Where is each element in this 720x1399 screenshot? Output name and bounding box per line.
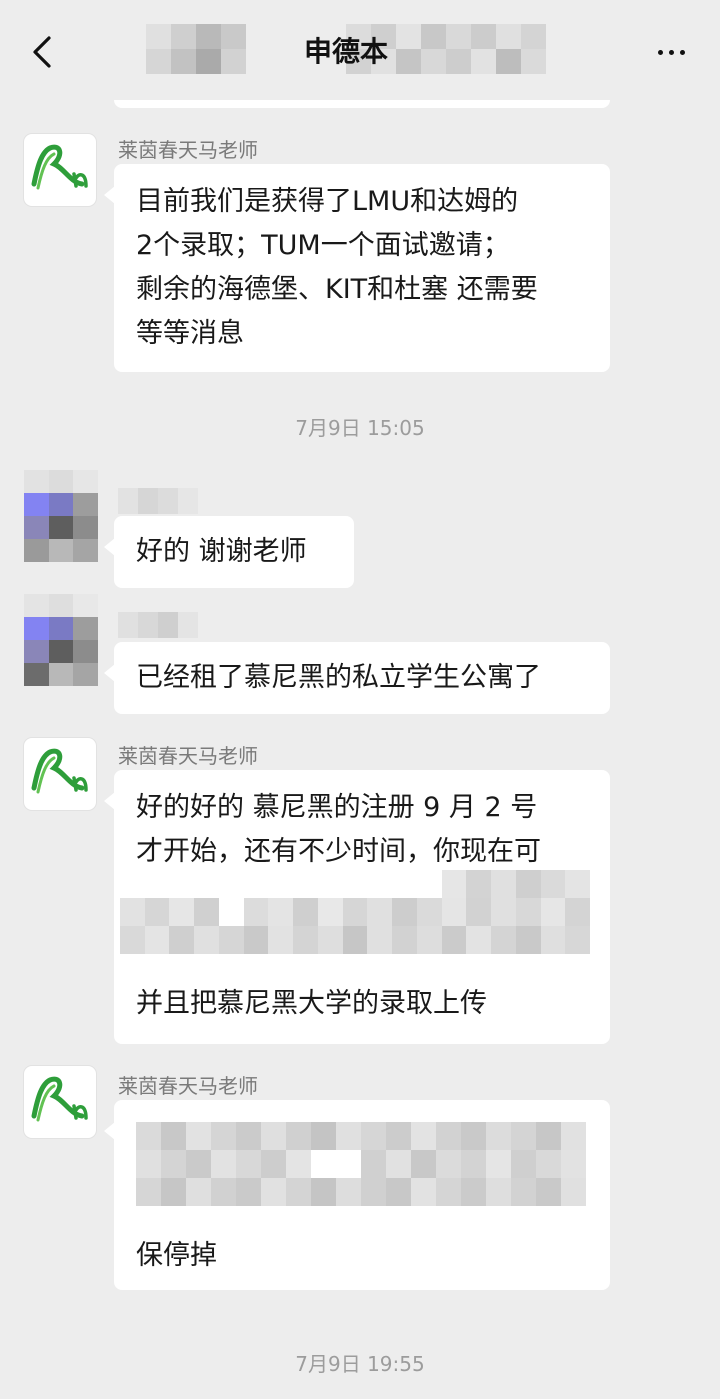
chat-header: 申德本 <box>0 0 720 100</box>
more-button[interactable] <box>646 30 696 74</box>
timestamp: 7月9日 19:55 <box>295 1352 425 1376</box>
sender-name: 莱茵春天马老师 <box>118 744 258 768</box>
rn-logo-icon <box>31 144 88 190</box>
message-text: 已经租了慕尼黑的私立学生公寓了 <box>136 662 541 693</box>
sender-name-redacted <box>118 488 198 514</box>
sender-name: 莱茵春天马老师 <box>118 138 258 162</box>
message-bubble[interactable]: 已经租了慕尼黑的私立学生公寓了 <box>104 642 610 714</box>
redacted-text-block <box>136 1122 586 1234</box>
rn-logo-icon <box>31 748 88 794</box>
redacted-text-block <box>120 870 590 982</box>
more-dots-icon <box>657 49 663 55</box>
chat-title-area: 申德本 <box>146 24 546 76</box>
name-redaction-left <box>146 24 246 74</box>
message-bubble[interactable]: 保停掉 <box>104 1100 610 1290</box>
message-bubble[interactable]: 好的 谢谢老师 <box>104 516 354 588</box>
rn-logo-icon <box>31 1076 88 1122</box>
message-bubble[interactable]: 好的好的 慕尼黑的注册 9 月 2 号 才开始，还有不少时间，你现在可 以先准备… <box>104 770 610 1044</box>
chat-title: 申德本 <box>303 35 388 68</box>
sender-name-redacted <box>118 612 198 638</box>
back-button[interactable] <box>22 30 62 74</box>
teacher-avatar[interactable] <box>24 738 96 810</box>
message-text: 好的 谢谢老师 <box>136 536 307 567</box>
message-bubble[interactable]: 目前我们是获得了LMU和达姆的 2个录取；TUM一个面试邀请； 剩余的海德堡、K… <box>104 164 610 372</box>
message-text: 目前我们是获得了LMU和达姆的 2个录取；TUM一个面试邀请； 剩余的海德堡、K… <box>136 186 538 349</box>
sender-name: 莱茵春天马老师 <box>118 1074 258 1098</box>
message-text: 保停掉 <box>136 1240 217 1271</box>
timestamp: 7月9日 15:05 <box>295 416 425 440</box>
teacher-avatar[interactable] <box>24 134 96 206</box>
teacher-avatar[interactable] <box>24 1066 96 1138</box>
student-avatar[interactable] <box>24 470 98 562</box>
student-avatar[interactable] <box>24 594 98 686</box>
chevron-left-icon <box>33 36 51 68</box>
message-text: 并且把慕尼黑大学的录取上传 <box>136 988 487 1019</box>
